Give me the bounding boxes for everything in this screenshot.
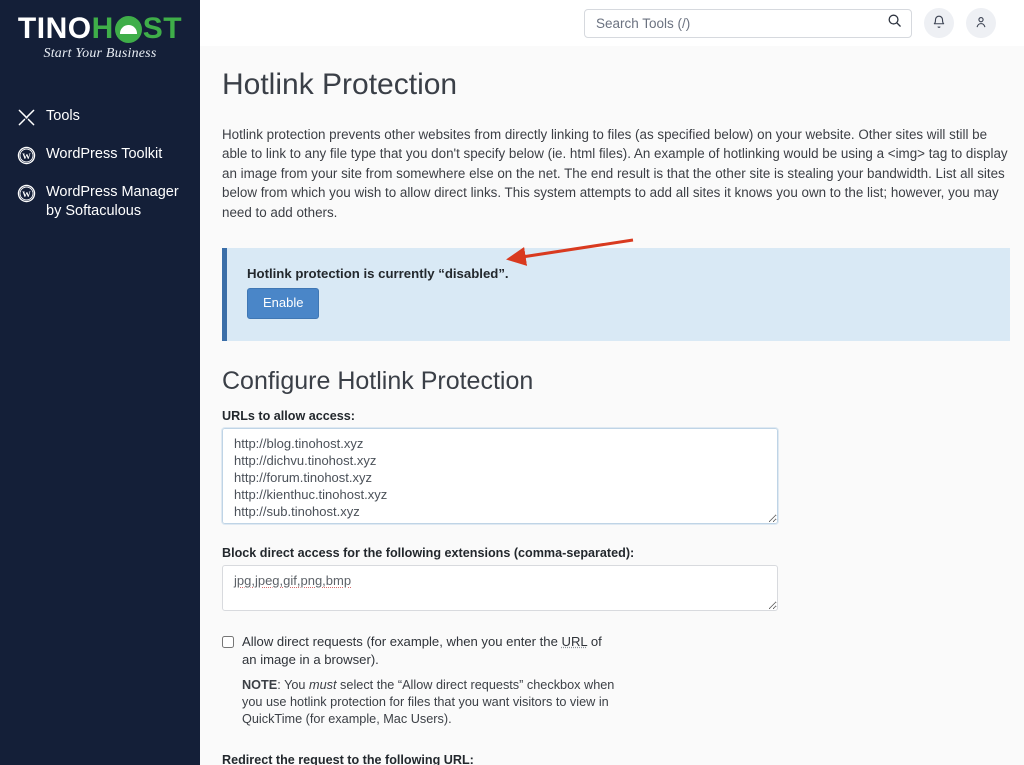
- allow-direct-requests-row[interactable]: Allow direct requests (for example, when…: [222, 633, 614, 668]
- search-input[interactable]: [596, 15, 881, 31]
- wordpress-icon: W: [16, 183, 36, 203]
- search-icon[interactable]: [887, 13, 902, 33]
- app-root: TINO H ST Start Your Business Tools W Wo…: [0, 0, 1024, 765]
- sidebar-item-wordpress-manager[interactable]: W WordPress Manager by Softaculous: [0, 174, 200, 230]
- sidebar-item-tools[interactable]: Tools: [0, 98, 200, 136]
- sidebar-nav: Tools W WordPress Toolkit W WordPress Ma…: [0, 98, 200, 230]
- cb-label-part1: Allow direct requests (for example, when…: [242, 634, 562, 650]
- wordpress-icon: W: [16, 145, 36, 165]
- configure-section-title: Configure Hotlink Protection: [222, 366, 534, 395]
- cloud-circle-icon: [114, 15, 142, 43]
- allow-direct-requests-checkbox[interactable]: [222, 636, 234, 649]
- sidebar: TINO H ST Start Your Business Tools W Wo…: [0, 0, 200, 765]
- svg-text:W: W: [22, 188, 31, 198]
- redirect-url-label: Redirect the request to the following UR…: [222, 752, 474, 765]
- page-content: Hotlink Protection Hotlink protection pr…: [200, 46, 1024, 765]
- page-title: Hotlink Protection: [222, 68, 458, 101]
- logo-text-h: H: [91, 12, 114, 45]
- main-area: Hotlink Protection Hotlink protection pr…: [200, 0, 1024, 765]
- logo-text-st: ST: [142, 12, 183, 45]
- hotlink-status-text: Hotlink protection is currently “disable…: [247, 266, 509, 281]
- url-abbr: URL: [561, 634, 588, 650]
- allow-direct-requests-label: Allow direct requests (for example, when…: [242, 633, 614, 668]
- topbar: [200, 0, 1024, 46]
- page-intro-text: Hotlink protection prevents other websit…: [222, 126, 1008, 220]
- bell-icon: [932, 15, 946, 32]
- sidebar-item-wordpress-toolkit[interactable]: W WordPress Toolkit: [0, 136, 200, 174]
- enable-button[interactable]: Enable: [247, 288, 320, 319]
- urls-textarea[interactable]: [222, 428, 778, 525]
- user-icon: [974, 15, 988, 32]
- extensions-label: Block direct access for the following ex…: [222, 546, 635, 561]
- note-text-before: : You: [277, 677, 310, 692]
- sidebar-item-label: WordPress Manager by Softaculous: [46, 184, 179, 219]
- note-bold-prefix: NOTE: [242, 677, 278, 692]
- hotlink-status-alert: Hotlink protection is currently “disable…: [222, 248, 1010, 341]
- sidebar-item-label: WordPress Toolkit: [46, 146, 163, 162]
- quicktime-note: NOTE: You must select the “Allow direct …: [242, 677, 624, 729]
- logo-wordmark: TINO H ST: [16, 14, 184, 44]
- urls-label: URLs to allow access:: [222, 409, 355, 424]
- logo-tagline: Start Your Business: [43, 46, 157, 61]
- logo-text-tino: TINO: [17, 12, 92, 45]
- extensions-textarea[interactable]: [222, 565, 778, 612]
- account-button[interactable]: [966, 8, 996, 38]
- tools-icon: [16, 107, 36, 127]
- brand-logo[interactable]: TINO H ST Start Your Business: [0, 0, 200, 68]
- notifications-button[interactable]: [924, 8, 954, 38]
- search-tools-box[interactable]: [584, 8, 912, 38]
- note-italic-word: must: [309, 677, 337, 692]
- svg-text:W: W: [22, 150, 31, 160]
- sidebar-item-label: Tools: [46, 108, 80, 124]
